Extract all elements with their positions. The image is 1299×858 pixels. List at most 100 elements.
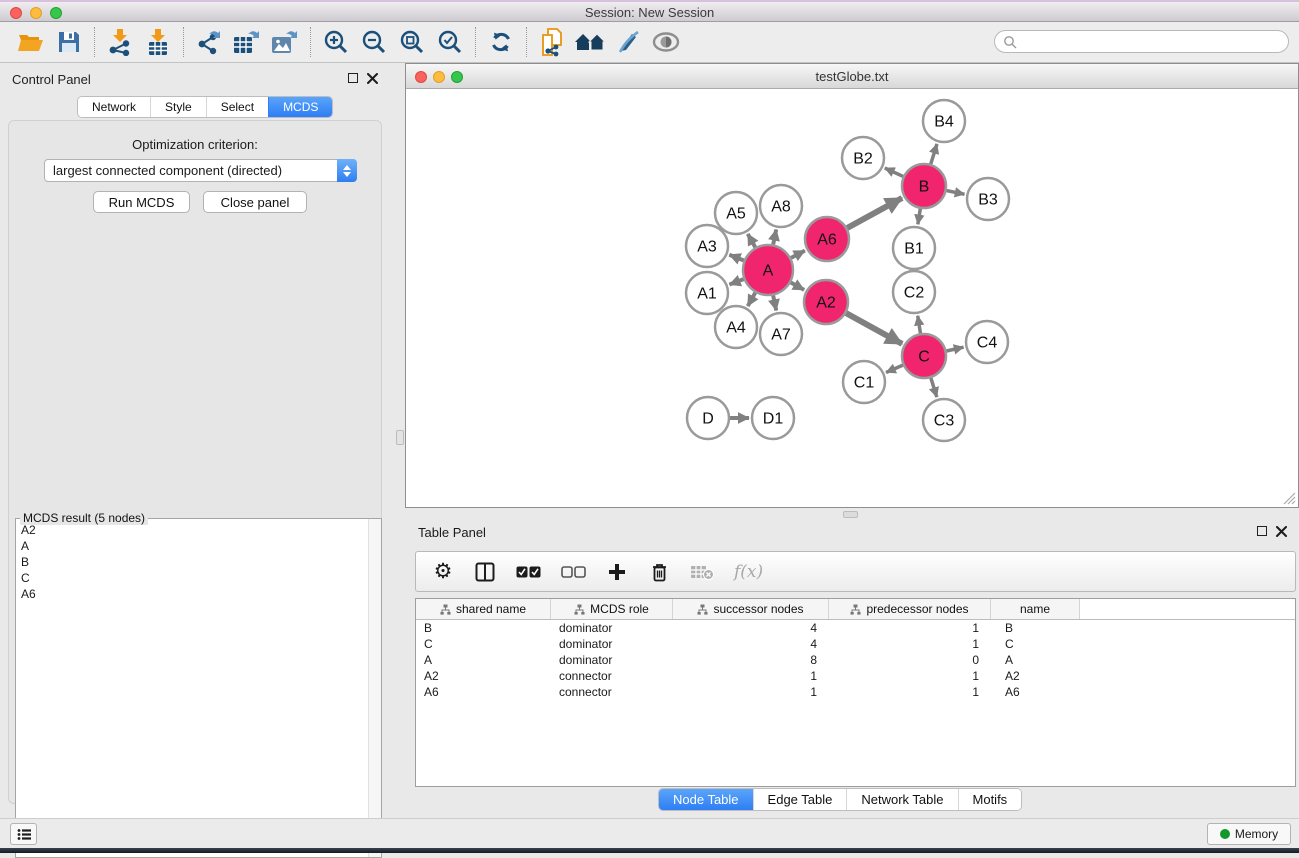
table-cell[interactable]: 1 (673, 685, 829, 699)
zoom-in-button[interactable] (317, 25, 355, 59)
export-table-button[interactable] (228, 25, 266, 59)
table-cell[interactable]: B (991, 621, 1080, 635)
tab-mcds[interactable]: MCDS (268, 97, 332, 117)
table-cell[interactable]: connector (551, 669, 673, 683)
network-window-titlebar[interactable]: testGlobe.txt (406, 64, 1298, 89)
result-list-item[interactable]: A6 (21, 586, 367, 602)
delete-table-button[interactable] (690, 560, 714, 584)
show-view-button[interactable] (647, 25, 685, 59)
deselect-all-columns-button[interactable] (561, 560, 586, 584)
graph-edge-A-A4[interactable] (748, 293, 756, 306)
column-header-successor-nodes[interactable]: successor nodes (673, 599, 829, 619)
tab-edge-table[interactable]: Edge Table (753, 789, 847, 810)
table-cell[interactable]: A6 (991, 685, 1080, 699)
graph-edge-A-A6[interactable] (791, 251, 805, 258)
search-input[interactable] (1017, 35, 1280, 49)
graph-edge-C-C4[interactable] (946, 347, 963, 351)
table-cell[interactable]: connector (551, 685, 673, 699)
table-cell[interactable]: dominator (551, 637, 673, 651)
settings-gear-button[interactable]: ⚙ (432, 560, 454, 584)
home-button[interactable] (571, 25, 609, 59)
table-cell[interactable]: dominator (551, 621, 673, 635)
table-cell[interactable]: 4 (673, 621, 829, 635)
tab-network-table[interactable]: Network Table (846, 789, 957, 810)
table-cell[interactable]: A6 (416, 685, 551, 699)
select-all-columns-button[interactable] (516, 560, 541, 584)
hide-labels-button[interactable] (609, 25, 647, 59)
table-row[interactable]: Bdominator41B (416, 620, 1295, 636)
table-cell[interactable]: C (416, 637, 551, 651)
table-cell[interactable]: 1 (829, 637, 991, 651)
result-list-scrollbar[interactable] (368, 519, 381, 857)
graph-edge-C-C1[interactable] (886, 365, 903, 372)
result-list-item[interactable]: A2 (21, 522, 367, 538)
memory-button[interactable]: Memory (1207, 823, 1291, 845)
graph-edge-A-A5[interactable] (748, 234, 756, 247)
table-cell[interactable]: 4 (673, 637, 829, 651)
column-layout-button[interactable] (474, 560, 496, 584)
result-list-item[interactable]: B (21, 554, 367, 570)
graph-edge-C-C2[interactable] (918, 316, 921, 334)
table-row[interactable]: Cdominator41C (416, 636, 1295, 652)
tab-node-table[interactable]: Node Table (659, 789, 753, 810)
zoom-selected-button[interactable] (431, 25, 469, 59)
column-header-shared-name[interactable]: shared name (416, 599, 551, 619)
graph-edge-A-A8[interactable] (773, 230, 776, 245)
table-cell[interactable]: 1 (829, 669, 991, 683)
float-table-panel-icon[interactable] (1257, 526, 1267, 536)
close-table-panel-icon[interactable] (1276, 526, 1287, 537)
resize-grip-icon[interactable] (1283, 492, 1296, 505)
import-table-button[interactable] (139, 25, 177, 59)
graph-edge-A-A7[interactable] (773, 295, 776, 310)
table-row[interactable]: A2connector11A2 (416, 668, 1295, 684)
refresh-button[interactable] (482, 25, 520, 59)
delete-column-button[interactable] (648, 560, 670, 584)
table-cell[interactable]: 0 (829, 653, 991, 667)
result-list-item[interactable]: A (21, 538, 367, 554)
column-header-predecessor-nodes[interactable]: predecessor nodes (829, 599, 991, 619)
graph-edge-A-A2[interactable] (791, 283, 804, 290)
table-cell[interactable]: A (416, 653, 551, 667)
run-mcds-button[interactable]: Run MCDS (93, 191, 190, 213)
export-network-button[interactable] (190, 25, 228, 59)
add-column-button[interactable] (606, 560, 628, 584)
column-header-MCDS-role[interactable]: MCDS role (551, 599, 673, 619)
export-image-button[interactable] (266, 25, 304, 59)
graph-edge-C-C3[interactable] (931, 378, 937, 397)
table-cell[interactable]: A (991, 653, 1080, 667)
table-cell[interactable]: dominator (551, 653, 673, 667)
table-cell[interactable]: A2 (991, 669, 1080, 683)
tab-motifs[interactable]: Motifs (958, 789, 1022, 810)
graph-edge-A-A1[interactable] (729, 279, 743, 284)
table-cell[interactable]: C (991, 637, 1080, 651)
graph-edge-A6-B[interactable] (847, 198, 902, 228)
result-list-item[interactable]: C (21, 570, 367, 586)
zoom-fit-button[interactable] (393, 25, 431, 59)
mcds-result-list[interactable]: A2ABCA6 (17, 522, 367, 856)
graph-edge-A2-C[interactable] (846, 313, 902, 344)
import-network-button[interactable] (101, 25, 139, 59)
table-cell[interactable]: B (416, 621, 551, 635)
tab-network[interactable]: Network (78, 97, 150, 117)
column-header-name[interactable]: name (991, 599, 1080, 619)
function-builder-button[interactable]: f(x) (734, 560, 763, 584)
table-cell[interactable]: 1 (829, 685, 991, 699)
close-panel-icon[interactable] (367, 73, 378, 84)
graph-edge-B-B2[interactable] (885, 168, 903, 176)
save-session-button[interactable] (50, 25, 88, 59)
table-cell[interactable]: 8 (673, 653, 829, 667)
graph-edge-A-A3[interactable] (729, 255, 743, 261)
table-cell[interactable]: A2 (416, 669, 551, 683)
optimization-criterion-dropdown[interactable]: largest connected component (directed) (44, 159, 357, 182)
search-field[interactable] (994, 30, 1289, 53)
tab-style[interactable]: Style (150, 97, 206, 117)
zoom-out-button[interactable] (355, 25, 393, 59)
table-cell[interactable]: 1 (673, 669, 829, 683)
graph-edge-B-B4[interactable] (931, 144, 937, 164)
table-cell[interactable]: 1 (829, 621, 991, 635)
graph-edge-B-B1[interactable] (918, 209, 921, 225)
close-panel-button[interactable]: Close panel (203, 191, 307, 213)
network-document-button[interactable] (533, 25, 571, 59)
tab-select[interactable]: Select (206, 97, 268, 117)
table-row[interactable]: Adominator80A (416, 652, 1295, 668)
